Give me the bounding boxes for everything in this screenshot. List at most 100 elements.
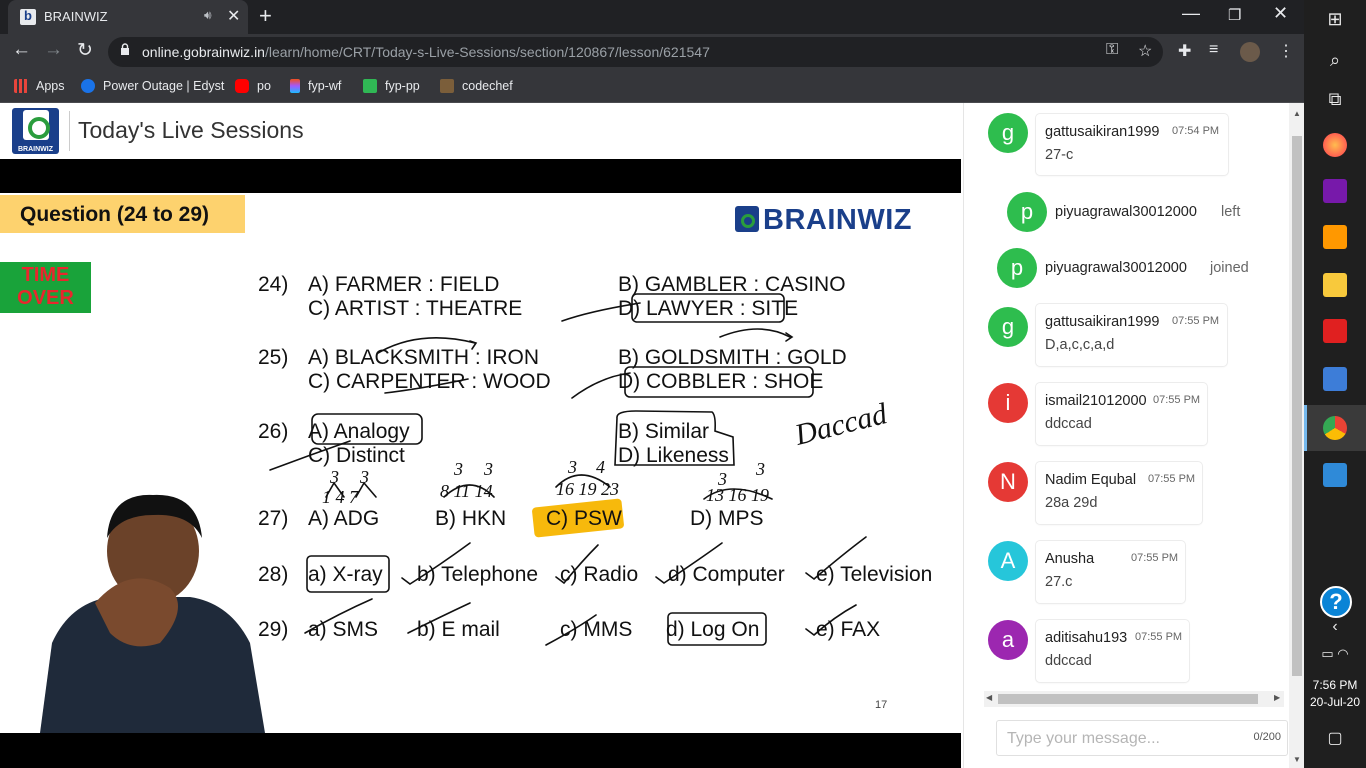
bookmark-codechef[interactable]: codechef [440, 77, 513, 95]
reload-icon[interactable]: ↻ [77, 39, 93, 62]
photos-taskbar-app[interactable] [1304, 452, 1366, 498]
scroll-left-icon[interactable]: ◀ [986, 693, 992, 702]
char-counter: 0/200 [1253, 731, 1281, 743]
scrollbar-thumb[interactable] [1292, 136, 1302, 676]
address-bar[interactable]: online.gobrainwiz.in/learn/home/CRT/Toda… [108, 37, 1163, 67]
presenter-video [40, 494, 265, 733]
clock-date: 20-Jul-20 [1309, 695, 1361, 709]
calculator-taskbar-app[interactable] [1304, 356, 1366, 402]
windows-start-icon[interactable]: ⊞ [1304, 9, 1366, 30]
onenote-taskbar-app[interactable] [1304, 168, 1366, 214]
new-tab-icon[interactable]: + [259, 3, 272, 29]
message-input-field[interactable] [1007, 728, 1237, 750]
media-queue-icon[interactable]: ≡ [1209, 41, 1218, 59]
hw-note-4: 4 [596, 457, 605, 477]
hw-seq-b: 8 11 14 [440, 481, 493, 501]
pdf-icon [1323, 319, 1347, 343]
q26-option-a: A) Analogy [308, 420, 410, 443]
taskbar-clock[interactable]: 7:56 PM 20-Jul-20 [1304, 677, 1366, 711]
message-username: Anusha [1045, 551, 1095, 567]
q26-option-b: B) Similar [618, 420, 710, 443]
q27-option-a: A) ADG [308, 507, 380, 530]
bookmark-edyst[interactable]: Power Outage | Edyst [81, 77, 224, 95]
message-bubble: gattusaikiran1999 07:55 PM D,a,c,c,a,d [1036, 304, 1227, 366]
bookmark-po[interactable]: po [235, 77, 271, 95]
battery-wifi-icon[interactable]: ▭ ◠ [1304, 646, 1366, 662]
message-bubble: gattusaikiran1999 07:54 PM 27-c [1036, 114, 1228, 175]
lock-icon [121, 43, 129, 55]
message-username: gattusaikiran1999 [1045, 124, 1160, 140]
firefox-taskbar-app[interactable] [1304, 122, 1366, 168]
hw-note-3f: 3 [717, 469, 727, 489]
q25-number: 25) [258, 346, 289, 369]
avatar: a [988, 620, 1028, 660]
page: BRAINWIZ Today's Live Sessions Question … [0, 103, 1305, 768]
chat-horizontal-scrollbar[interactable]: ◀ ▶ [984, 691, 1284, 707]
task-view-icon[interactable]: ⧉ [1304, 89, 1366, 110]
message-bubble: Nadim Equbal 07:55 PM 28a 29d [1036, 462, 1202, 524]
maximize-icon[interactable]: ❐ [1228, 6, 1241, 24]
brainwiz-logo[interactable]: BRAINWIZ [12, 108, 59, 154]
tab-strip: BRAINWIZ 🔊︎ ✕ + — ❐ ✕ [0, 0, 1304, 34]
hw-note-3b: 3 [359, 467, 369, 487]
q25-option-a: A) BLACKSMITH : IRON [308, 346, 540, 369]
chat-panel: g gattusaikiran1999 07:54 PM 27-c p piyu… [963, 103, 1305, 768]
scrollbar-thumb[interactable] [998, 694, 1258, 704]
folder-icon [1323, 273, 1347, 297]
chrome-taskbar-app[interactable] [1304, 405, 1366, 451]
explorer-taskbar-app[interactable] [1304, 262, 1366, 308]
question-banner: Question (24 to 29) [0, 195, 245, 233]
menu-kebab-icon[interactable]: ⋮ [1278, 41, 1294, 61]
scroll-right-icon[interactable]: ▶ [1274, 693, 1280, 702]
pp-icon [363, 79, 377, 93]
codechef-icon [440, 79, 454, 93]
bookmark-fyp-pp[interactable]: fyp-pp [363, 77, 420, 95]
logo-mark-icon [23, 110, 50, 140]
extensions-icon[interactable]: ✚ [1178, 41, 1191, 61]
q28-option-e: e) Television [816, 563, 933, 586]
avatar: g [988, 307, 1028, 347]
back-icon[interactable]: ← [12, 39, 31, 61]
scroll-up-icon[interactable]: ▲ [1293, 109, 1301, 118]
message-username: ismail21012000 [1045, 393, 1147, 409]
help-icon[interactable]: ? [1320, 586, 1352, 618]
pdf-taskbar-app[interactable] [1304, 308, 1366, 354]
calculator-icon [1323, 367, 1347, 391]
message-username: piyuagrawal30012000 [1045, 260, 1187, 276]
avatar: g [988, 113, 1028, 153]
q28-option-c: c) Radio [560, 563, 639, 586]
sublime-taskbar-app[interactable] [1304, 214, 1366, 260]
chat-message-list[interactable]: g gattusaikiran1999 07:54 PM 27-c p piyu… [964, 103, 1289, 688]
q26-option-d: D) Likeness [618, 444, 729, 467]
close-tab-icon[interactable]: ✕ [227, 6, 240, 26]
audio-playing-icon[interactable]: 🔊︎ [204, 8, 212, 23]
chevron-left-icon[interactable]: ‹ [1304, 618, 1366, 636]
q29-option-d: d) Log On [666, 618, 760, 641]
close-window-icon[interactable]: ✕ [1273, 3, 1288, 24]
avatar: N [988, 462, 1028, 502]
hw-seq-c: 16 19 23 [556, 479, 619, 499]
bookmark-apps[interactable]: Apps [14, 77, 65, 95]
notifications-icon[interactable]: ▢ [1304, 728, 1366, 748]
message-time: 07:55 PM [1148, 473, 1196, 485]
bookmark-fyp-wf[interactable]: fyp-wf [290, 77, 341, 95]
message-username: gattusaikiran1999 [1045, 314, 1160, 330]
chat-vertical-scrollbar[interactable]: ▲ ▼ [1289, 103, 1305, 768]
chat-message-input[interactable]: 0/200 [996, 720, 1288, 756]
profile-avatar[interactable] [1240, 42, 1260, 62]
search-icon[interactable]: ⌕ [1304, 50, 1366, 71]
q29-option-b: b) E mail [417, 618, 500, 641]
q27-option-b: B) HKN [435, 507, 507, 530]
scroll-down-icon[interactable]: ▼ [1293, 755, 1301, 764]
minimize-icon[interactable]: — [1182, 3, 1200, 24]
message-time: 07:55 PM [1131, 552, 1179, 564]
q24-number: 24) [258, 273, 289, 296]
hw-note-3a: 3 [329, 467, 339, 487]
message-username: piyuagrawal30012000 [1055, 204, 1197, 220]
forward-icon[interactable]: → [44, 39, 63, 61]
browser-tab[interactable]: BRAINWIZ 🔊︎ ✕ [8, 0, 248, 34]
message-text: 27.c [1045, 574, 1073, 590]
video-player[interactable]: Question (24 to 29) TIME OVER BRAINWIZ 2… [0, 159, 961, 768]
key-icon[interactable]: ⚿ [1106, 41, 1118, 59]
bookmark-star-icon[interactable]: ☆ [1138, 41, 1152, 61]
